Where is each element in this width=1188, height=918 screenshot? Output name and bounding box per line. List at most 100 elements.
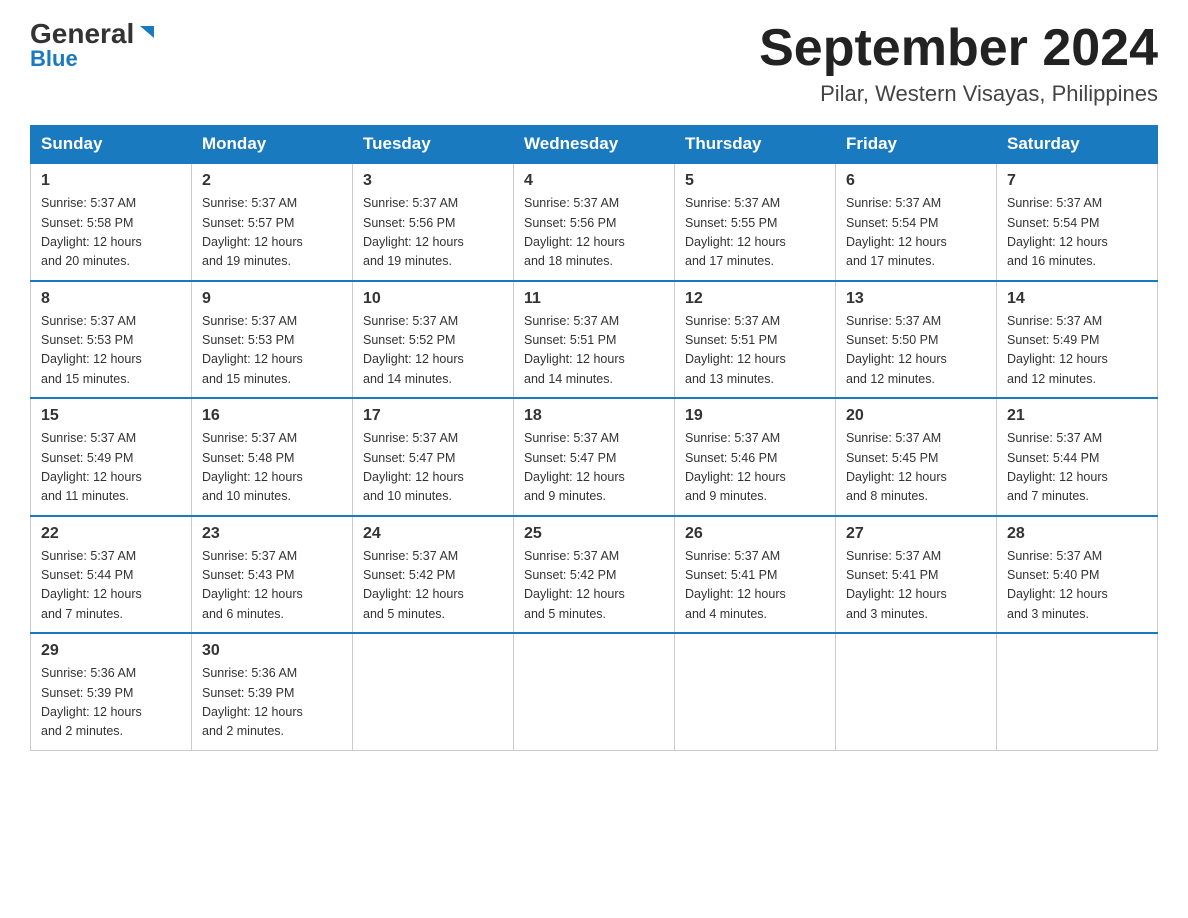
title-block: September 2024 Pilar, Western Visayas, P…: [759, 20, 1158, 107]
calendar-week-row: 1Sunrise: 5:37 AMSunset: 5:58 PMDaylight…: [31, 163, 1158, 281]
day-info: Sunrise: 5:36 AMSunset: 5:39 PMDaylight:…: [41, 664, 181, 742]
day-info: Sunrise: 5:37 AMSunset: 5:45 PMDaylight:…: [846, 429, 986, 507]
table-row: 13Sunrise: 5:37 AMSunset: 5:50 PMDayligh…: [836, 281, 997, 399]
table-row: 28Sunrise: 5:37 AMSunset: 5:40 PMDayligh…: [997, 516, 1158, 634]
day-number: 17: [363, 407, 503, 425]
day-number: 19: [685, 407, 825, 425]
logo: General Blue: [30, 20, 158, 72]
day-number: 27: [846, 525, 986, 543]
day-number: 30: [202, 642, 342, 660]
table-row: 7 Sunrise: 5:37 AMSunset: 5:54 PMDaylight…: [997, 163, 1158, 281]
day-number: 5: [685, 172, 825, 190]
table-row: 14Sunrise: 5:37 AMSunset: 5:49 PMDayligh…: [997, 281, 1158, 399]
calendar-week-row: 22Sunrise: 5:37 AMSunset: 5:44 PMDayligh…: [31, 516, 1158, 634]
day-number: 10: [363, 290, 503, 308]
calendar-week-row: 29 Sunrise: 5:36 AMSunset: 5:39 PMDayligh…: [31, 633, 1158, 750]
page-header: General Blue September 2024 Pilar, Weste…: [30, 20, 1158, 107]
table-row: [353, 633, 514, 750]
day-number: 18: [524, 407, 664, 425]
day-number: 16: [202, 407, 342, 425]
day-info: Sunrise: 5:37 AMSunset: 5:52 PMDaylight:…: [363, 312, 503, 390]
day-number: 4: [524, 172, 664, 190]
table-row: 15 Sunrise: 5:37 AMSunset: 5:49 PMDayligh…: [31, 398, 192, 516]
table-row: 26Sunrise: 5:37 AMSunset: 5:41 PMDayligh…: [675, 516, 836, 634]
day-info: Sunrise: 5:37 AMSunset: 5:42 PMDaylight:…: [363, 547, 503, 625]
table-row: [514, 633, 675, 750]
day-info: Sunrise: 5:37 AMSunset: 5:49 PMDaylight:…: [1007, 312, 1147, 390]
day-number: 11: [524, 290, 664, 308]
day-number: 12: [685, 290, 825, 308]
day-number: 29: [41, 642, 181, 660]
calendar-header-row: Sunday Monday Tuesday Wednesday Thursday…: [31, 126, 1158, 164]
calendar-week-row: 15 Sunrise: 5:37 AMSunset: 5:49 PMDayligh…: [31, 398, 1158, 516]
day-info: Sunrise: 5:37 AMSunset: 5:47 PMDaylight:…: [363, 429, 503, 507]
day-info: Sunrise: 5:37 AMSunset: 5:41 PMDaylight:…: [685, 547, 825, 625]
table-row: 11 Sunrise: 5:37 AMSunset: 5:51 PMDayligh…: [514, 281, 675, 399]
col-wednesday: Wednesday: [514, 126, 675, 164]
calendar-table: Sunday Monday Tuesday Wednesday Thursday…: [30, 125, 1158, 751]
day-info: Sunrise: 5:37 AMSunset: 5:55 PMDaylight:…: [685, 194, 825, 272]
day-number: 23: [202, 525, 342, 543]
day-number: 13: [846, 290, 986, 308]
table-row: 2 Sunrise: 5:37 AMSunset: 5:57 PMDaylight…: [192, 163, 353, 281]
table-row: 20 Sunrise: 5:37 AMSunset: 5:45 PMDayligh…: [836, 398, 997, 516]
day-info: Sunrise: 5:37 AMSunset: 5:53 PMDaylight:…: [202, 312, 342, 390]
logo-arrow-icon: [136, 24, 158, 46]
table-row: 12 Sunrise: 5:37 AMSunset: 5:51 PMDayligh…: [675, 281, 836, 399]
day-info: Sunrise: 5:37 AMSunset: 5:43 PMDaylight:…: [202, 547, 342, 625]
day-number: 15: [41, 407, 181, 425]
table-row: 9 Sunrise: 5:37 AMSunset: 5:53 PMDaylight…: [192, 281, 353, 399]
day-info: Sunrise: 5:37 AMSunset: 5:51 PMDaylight:…: [524, 312, 664, 390]
table-row: 30 Sunrise: 5:36 AMSunset: 5:39 PMDayligh…: [192, 633, 353, 750]
day-number: 3: [363, 172, 503, 190]
day-number: 22: [41, 525, 181, 543]
col-friday: Friday: [836, 126, 997, 164]
day-info: Sunrise: 5:37 AMSunset: 5:41 PMDaylight:…: [846, 547, 986, 625]
calendar-subtitle: Pilar, Western Visayas, Philippines: [759, 81, 1158, 107]
day-number: 2: [202, 172, 342, 190]
logo-blue: Blue: [30, 46, 78, 72]
day-info: Sunrise: 5:37 AMSunset: 5:48 PMDaylight:…: [202, 429, 342, 507]
col-thursday: Thursday: [675, 126, 836, 164]
col-monday: Monday: [192, 126, 353, 164]
day-info: Sunrise: 5:36 AMSunset: 5:39 PMDaylight:…: [202, 664, 342, 742]
day-info: Sunrise: 5:37 AMSunset: 5:57 PMDaylight:…: [202, 194, 342, 272]
day-info: Sunrise: 5:37 AMSunset: 5:49 PMDaylight:…: [41, 429, 181, 507]
day-number: 9: [202, 290, 342, 308]
day-number: 24: [363, 525, 503, 543]
day-number: 21: [1007, 407, 1147, 425]
col-saturday: Saturday: [997, 126, 1158, 164]
day-number: 20: [846, 407, 986, 425]
day-info: Sunrise: 5:37 AMSunset: 5:54 PMDaylight:…: [846, 194, 986, 272]
day-info: Sunrise: 5:37 AMSunset: 5:47 PMDaylight:…: [524, 429, 664, 507]
day-number: 6: [846, 172, 986, 190]
day-number: 7: [1007, 172, 1147, 190]
table-row: 4 Sunrise: 5:37 AMSunset: 5:56 PMDaylight…: [514, 163, 675, 281]
table-row: 6 Sunrise: 5:37 AMSunset: 5:54 PMDaylight…: [836, 163, 997, 281]
table-row: 19Sunrise: 5:37 AMSunset: 5:46 PMDayligh…: [675, 398, 836, 516]
table-row: [675, 633, 836, 750]
table-row: 8 Sunrise: 5:37 AMSunset: 5:53 PMDaylight…: [31, 281, 192, 399]
day-number: 1: [41, 172, 181, 190]
day-info: Sunrise: 5:37 AMSunset: 5:51 PMDaylight:…: [685, 312, 825, 390]
day-info: Sunrise: 5:37 AMSunset: 5:54 PMDaylight:…: [1007, 194, 1147, 272]
calendar-title: September 2024: [759, 20, 1158, 77]
day-number: 8: [41, 290, 181, 308]
table-row: 18 Sunrise: 5:37 AMSunset: 5:47 PMDayligh…: [514, 398, 675, 516]
table-row: [836, 633, 997, 750]
table-row: 24 Sunrise: 5:37 AMSunset: 5:42 PMDayligh…: [353, 516, 514, 634]
day-number: 28: [1007, 525, 1147, 543]
table-row: 3 Sunrise: 5:37 AMSunset: 5:56 PMDaylight…: [353, 163, 514, 281]
table-row: 10 Sunrise: 5:37 AMSunset: 5:52 PMDayligh…: [353, 281, 514, 399]
table-row: 17 Sunrise: 5:37 AMSunset: 5:47 PMDayligh…: [353, 398, 514, 516]
logo-general: General: [30, 20, 134, 48]
calendar-week-row: 8 Sunrise: 5:37 AMSunset: 5:53 PMDaylight…: [31, 281, 1158, 399]
table-row: 29 Sunrise: 5:36 AMSunset: 5:39 PMDayligh…: [31, 633, 192, 750]
day-info: Sunrise: 5:37 AMSunset: 5:56 PMDaylight:…: [524, 194, 664, 272]
table-row: [997, 633, 1158, 750]
table-row: 16 Sunrise: 5:37 AMSunset: 5:48 PMDayligh…: [192, 398, 353, 516]
table-row: 5 Sunrise: 5:37 AMSunset: 5:55 PMDaylight…: [675, 163, 836, 281]
table-row: 23 Sunrise: 5:37 AMSunset: 5:43 PMDayligh…: [192, 516, 353, 634]
day-info: Sunrise: 5:37 AMSunset: 5:56 PMDaylight:…: [363, 194, 503, 272]
day-info: Sunrise: 5:37 AMSunset: 5:53 PMDaylight:…: [41, 312, 181, 390]
